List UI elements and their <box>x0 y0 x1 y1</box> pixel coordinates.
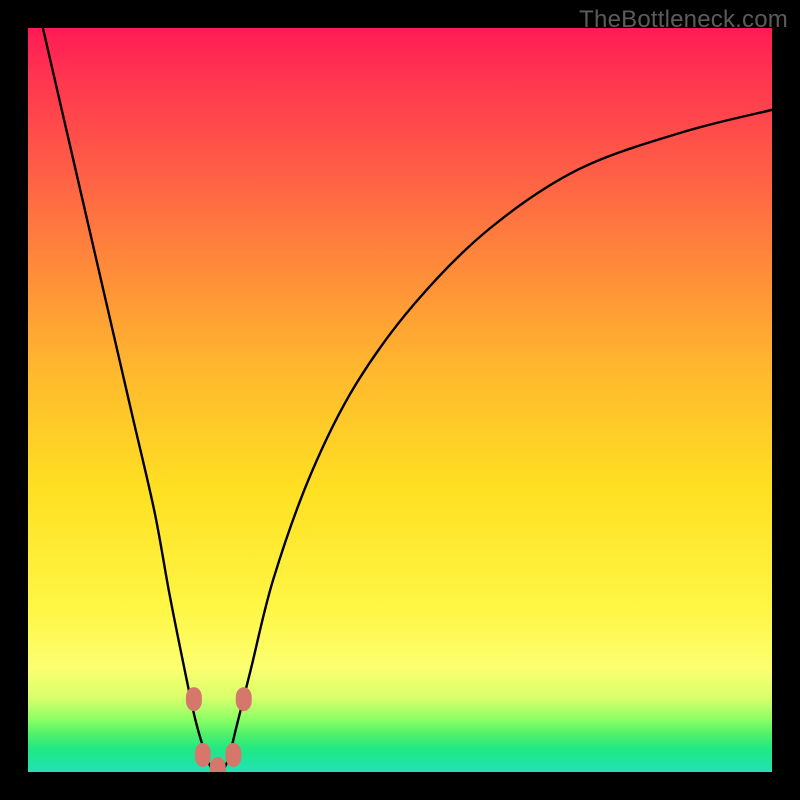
curve-marker <box>210 757 226 772</box>
curve-marker <box>186 687 202 711</box>
bottleneck-curve <box>28 28 772 772</box>
watermark-text: TheBottleneck.com <box>579 6 788 34</box>
curve-marker <box>236 687 252 711</box>
curve-marker <box>195 743 211 767</box>
curve-marker <box>225 743 241 767</box>
chart-frame <box>28 28 772 772</box>
